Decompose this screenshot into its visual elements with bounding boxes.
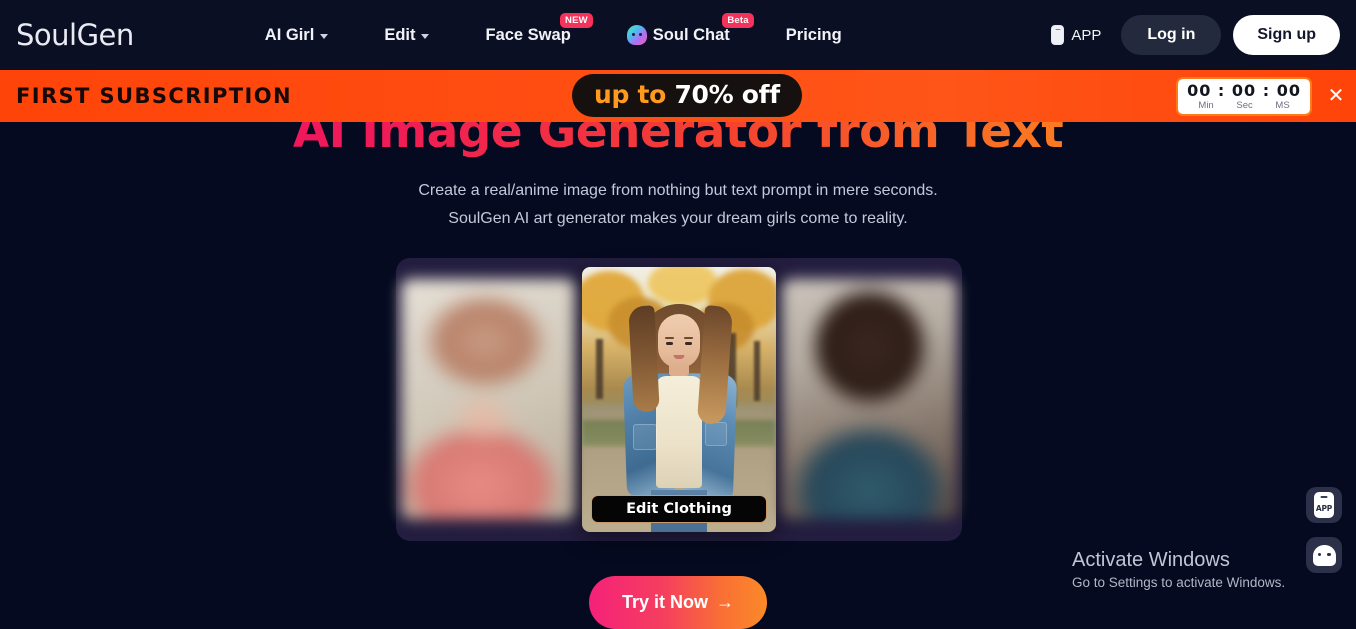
nav-item-edit[interactable]: Edit	[356, 0, 457, 70]
jacket-pocket-right	[705, 422, 727, 446]
carousel-card-center[interactable]: Edit Clothing	[582, 267, 776, 532]
promo-offer-prefix: up to	[594, 80, 675, 109]
timer-sep-2: :	[1262, 81, 1271, 100]
nav-item-label: AI Girl	[264, 25, 315, 44]
nav-item-ai-girl[interactable]: AI Girl	[237, 0, 357, 70]
nav-item-pricing[interactable]: Pricing	[758, 0, 870, 70]
site-header: SoulGen AI Girl Edit Face Swap NEW Soul …	[0, 0, 1356, 70]
nav-item-face-swap[interactable]: Face Swap NEW	[457, 0, 598, 70]
phone-app-icon: APP	[1314, 492, 1334, 518]
try-it-now-label: Try it Now	[621, 592, 708, 612]
floating-app-label: APP	[1315, 504, 1333, 513]
new-badge: NEW	[560, 13, 593, 28]
promo-title: FIRST SUBSCRIPTION	[16, 84, 292, 108]
edit-clothing-button[interactable]: Edit Clothing	[591, 495, 767, 523]
nav-item-label: Edit	[384, 25, 416, 44]
app-download-link[interactable]: APP	[1051, 25, 1101, 45]
timer-milliseconds: 00	[1276, 81, 1301, 100]
timer-sep-1: :	[1217, 81, 1226, 100]
timer-label-ms: MS	[1275, 99, 1290, 111]
hair-front-left	[628, 305, 660, 413]
mouth	[673, 355, 685, 359]
carousel-image-left	[401, 279, 576, 519]
timer-label-seconds: Sec	[1236, 99, 1253, 111]
nav-item-soul-chat[interactable]: Soul Chat Beta	[599, 0, 758, 70]
close-icon[interactable]: ✕	[1325, 85, 1347, 107]
floating-action-stack: APP	[1306, 487, 1342, 573]
jacket-pocket-left	[633, 424, 657, 450]
chevron-down-icon	[421, 34, 430, 39]
chevron-down-icon	[320, 34, 329, 39]
timer-minutes: 00	[1187, 81, 1212, 100]
timer-label-minutes: Min	[1198, 99, 1214, 111]
nav-item-label: Soul Chat	[652, 25, 730, 44]
header-actions: APP Log in Sign up	[1051, 15, 1340, 55]
main-navigation: AI Girl Edit Face Swap NEW Soul Chat Bet…	[237, 0, 870, 70]
tree-decoration	[596, 339, 603, 399]
ghost-chat-icon	[1312, 544, 1336, 566]
floating-soul-chat-button[interactable]	[1306, 537, 1342, 573]
logo[interactable]: SoulGen	[16, 18, 134, 52]
promo-banner[interactable]: FIRST SUBSCRIPTION up to 70% off 00 : 00…	[0, 70, 1356, 122]
try-it-now-button[interactable]: Try it Now →	[589, 576, 767, 629]
carousel-image-center	[582, 267, 776, 532]
beta-badge: Beta	[722, 13, 754, 28]
eye-right	[685, 342, 692, 346]
countdown-timer: 00 : 00 : 00 Min Sec MS	[1176, 77, 1312, 116]
eyebrow-left	[665, 337, 674, 339]
timer-digits: 00 : 00 : 00	[1187, 82, 1301, 100]
timer-labels: Min Sec MS	[1187, 99, 1301, 112]
arrow-right-icon: →	[716, 592, 734, 612]
hero-subtitle: Create a real/anime image from nothing b…	[0, 177, 1356, 233]
carousel-image-right	[782, 279, 957, 519]
ghost-icon	[626, 25, 647, 45]
login-button[interactable]: Log in	[1121, 15, 1222, 55]
hero-subtitle-line-1: Create a real/anime image from nothing b…	[418, 181, 938, 199]
page-root: SoulGen AI Girl Edit Face Swap NEW Soul …	[0, 0, 1356, 629]
eyebrow-right	[684, 337, 693, 339]
promo-offer-pill: up to 70% off	[572, 74, 802, 117]
promo-offer-amount: 70% off	[674, 80, 780, 109]
timer-seconds: 00	[1231, 81, 1257, 100]
eye-left	[666, 342, 673, 346]
nav-item-label: Face Swap	[485, 25, 571, 44]
carousel-card-left[interactable]	[401, 279, 576, 519]
app-label: APP	[1071, 26, 1102, 44]
hero-subtitle-line-2: SoulGen AI art generator makes your drea…	[448, 209, 908, 227]
signup-button[interactable]: Sign up	[1233, 15, 1340, 55]
face	[658, 314, 700, 368]
image-carousel: Edit Clothing	[396, 258, 962, 541]
white-top	[656, 376, 702, 488]
phone-icon	[1051, 25, 1065, 45]
tree-decoration	[754, 341, 760, 401]
nav-item-label: Pricing	[785, 25, 842, 44]
watermark-title: Activate Windows	[1072, 549, 1230, 571]
carousel-card-right[interactable]	[782, 279, 957, 519]
floating-app-button[interactable]: APP	[1306, 487, 1342, 523]
watermark-subtitle: Go to Settings to activate Windows.	[1072, 575, 1286, 590]
windows-activation-watermark: Activate Windows Go to Settings to activ…	[1072, 548, 1285, 590]
